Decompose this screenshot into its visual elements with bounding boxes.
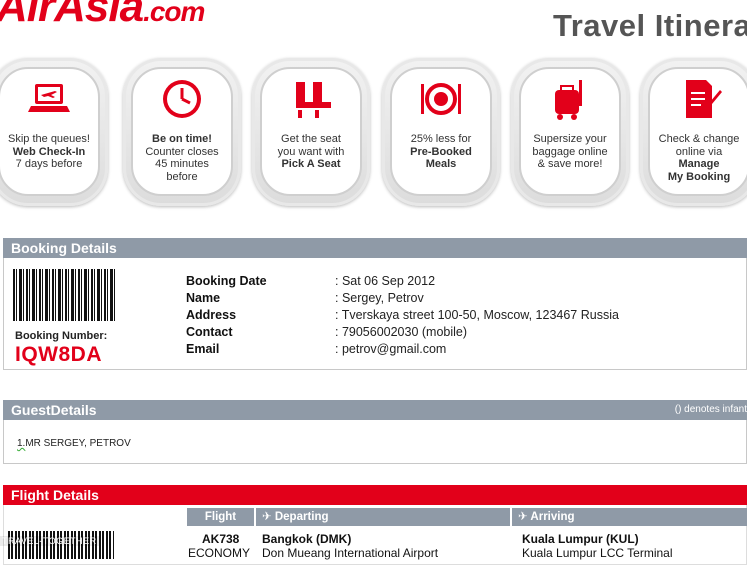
baggage-icon — [511, 76, 629, 122]
guest-details-title: GuestDetails — [11, 402, 97, 418]
departure-city: Bangkok (DMK) — [262, 532, 352, 546]
address-label: Address — [186, 308, 237, 322]
booking-details-header: Booking Details — [3, 238, 747, 258]
seat-icon — [252, 76, 370, 122]
plane-depart-icon: ✈ — [262, 511, 272, 523]
email-value[interactable]: : petrov@gmail.com — [335, 342, 446, 356]
arrival-airport: Kuala Lumpur LCC Terminal — [522, 546, 673, 560]
promo-tile-web-checkin[interactable]: Skip the queues! Web Check-In 7 days bef… — [0, 58, 108, 206]
promo-text: Supersize your baggage online & save mor… — [532, 133, 608, 170]
logo-suffix-text: .com — [143, 0, 205, 27]
booking-date-value: : Sat 06 Sep 2012 — [335, 274, 436, 288]
promo-tile-be-on-time[interactable]: Be on time! Counter closes 45 minutes be… — [123, 58, 241, 206]
email-label: Email — [186, 342, 220, 356]
barcode-image — [13, 269, 115, 321]
promo-text: 25% less for Pre-Booked Meals — [410, 133, 472, 170]
guest-entry: 1.MR SERGEY, PETROV — [17, 438, 131, 449]
document-pen-icon — [640, 76, 747, 122]
arriving-column-header: ✈ Arriving — [511, 508, 747, 526]
promo-text: Skip the queues! Web Check-In 7 days bef… — [8, 133, 90, 170]
departure-airport: Don Mueang International Airport — [262, 546, 439, 560]
travel-class: ECONOMY — [188, 546, 251, 560]
flight-details-header: Flight Details — [3, 485, 747, 505]
meal-plate-icon — [382, 76, 500, 122]
address-value: : Tverskaya street 100-50, Moscow, 12346… — [335, 308, 619, 322]
contact-label: Contact — [186, 325, 233, 339]
name-label: Name — [186, 291, 221, 305]
promo-text: Be on time! Counter closes 45 minutes be… — [145, 133, 219, 183]
infant-note: () denotes infant — [674, 404, 747, 415]
arrival-city: Kuala Lumpur (KUL) — [522, 532, 639, 546]
laptop-plane-icon — [0, 76, 108, 122]
booking-date-label: Booking Date — [186, 274, 267, 288]
booking-number-label: Booking Number: — [15, 330, 108, 342]
page-title: Travel Itinerary — [553, 8, 747, 43]
promo-text: Get the seat you want with Pick A Seat — [277, 133, 345, 170]
guest-details-header: GuestDetails () denotes infant — [3, 400, 747, 420]
flight-number: AK738 — [202, 532, 240, 546]
promo-tile-baggage[interactable]: Supersize your baggage online & save mor… — [511, 58, 629, 206]
site-watermark: TRAVEL-TOGETHER — [0, 536, 99, 546]
promo-tile-pre-booked-meals[interactable]: 25% less for Pre-Booked Meals — [382, 58, 500, 206]
flight-column-header: Flight — [186, 508, 254, 526]
contact-value: : 79056002030 (mobile) — [335, 325, 468, 339]
departing-label: Departing — [274, 511, 329, 523]
guest-name: MR SERGEY, PETROV — [25, 438, 131, 449]
airasia-logo[interactable]: AirAsia.com — [0, 0, 205, 32]
promo-tile-manage-booking[interactable]: Check & change online via Manage My Book… — [640, 58, 747, 206]
clock-icon — [123, 76, 241, 122]
promo-text: Check & change online via Manage My Book… — [658, 133, 740, 183]
booking-number-value: IQW8DA — [15, 343, 102, 366]
departing-column-header: ✈ Departing — [255, 508, 510, 526]
name-value: : Sergey, Petrov — [335, 291, 424, 305]
plane-arrive-icon: ✈ — [518, 511, 528, 523]
promo-tile-pick-a-seat[interactable]: Get the seat you want with Pick A Seat — [252, 58, 370, 206]
arriving-label: Arriving — [530, 511, 575, 523]
logo-main-text: AirAsia — [0, 0, 144, 31]
